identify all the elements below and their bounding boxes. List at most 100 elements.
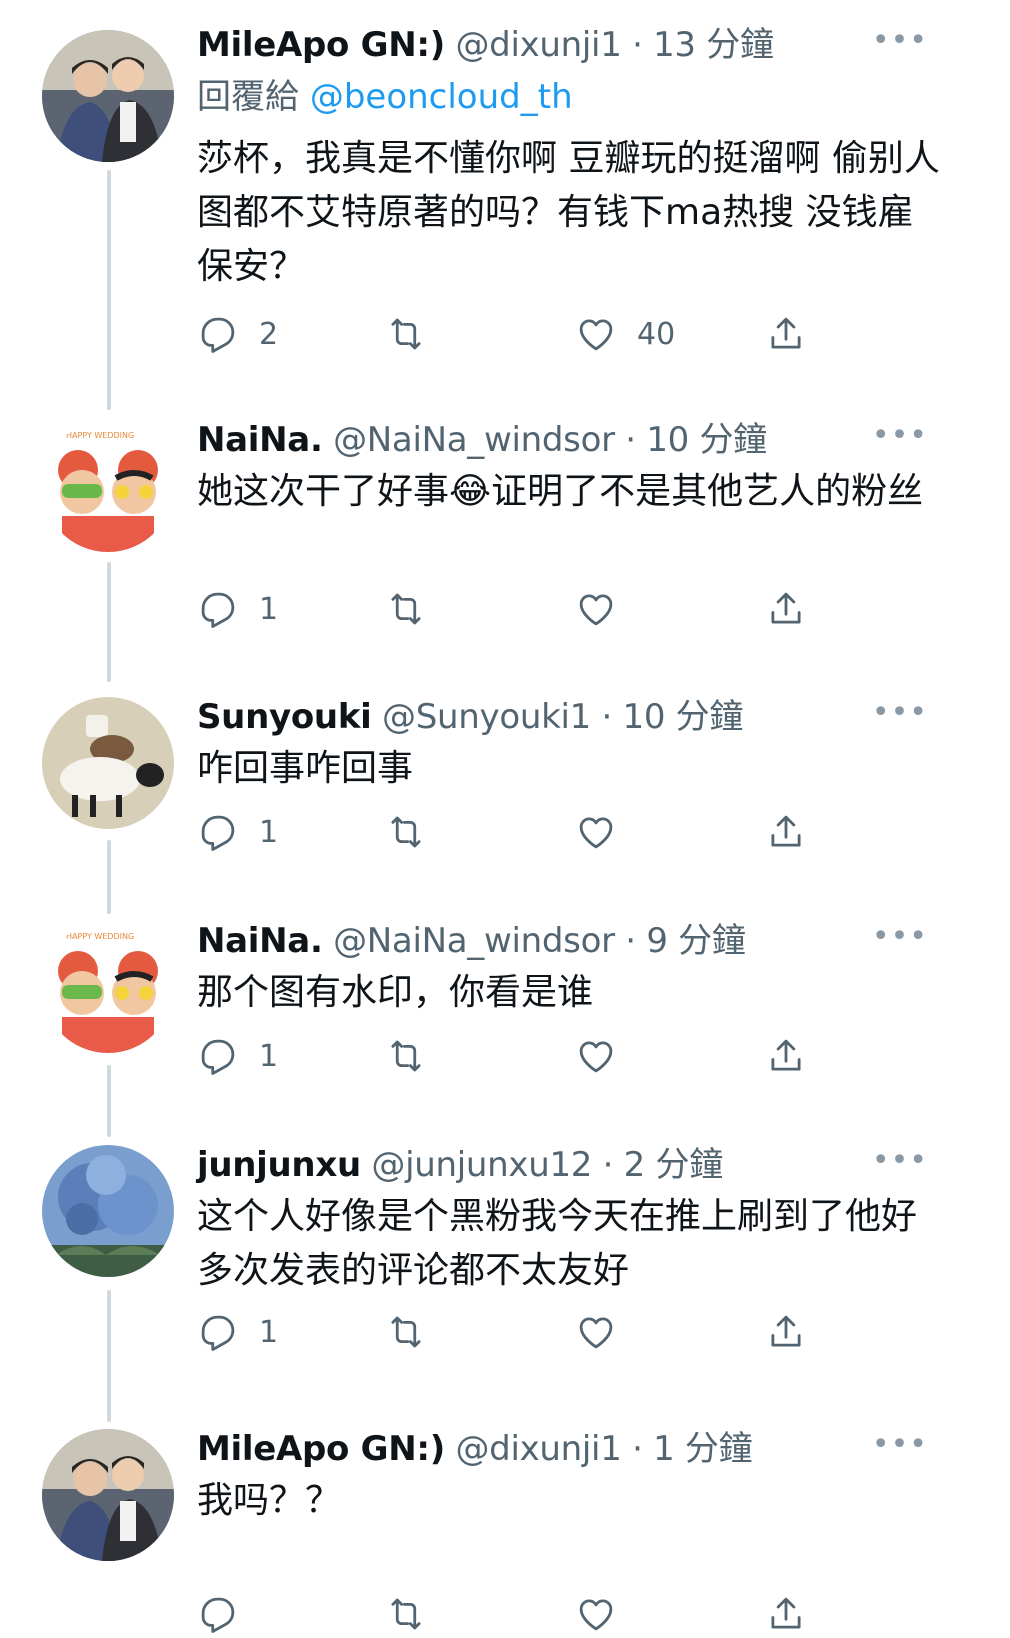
timestamp[interactable]: 10 分鐘 <box>646 420 767 460</box>
user-handle[interactable]: @NaiNa_windsor <box>333 921 615 961</box>
reply-icon <box>201 1597 235 1633</box>
svg-text:HAPPY WEDDING: HAPPY WEDDING <box>66 932 134 941</box>
reply-count: 1 <box>259 591 279 627</box>
separator-dot: · <box>601 697 612 737</box>
retweet-button[interactable] <box>385 1590 427 1638</box>
like-icon <box>579 319 613 351</box>
share-button[interactable] <box>765 1590 807 1638</box>
tweet-header: NaiNa. @NaiNa_windsor · 10 分鐘 <box>197 415 930 465</box>
svg-text:HAPPY WEDDING: HAPPY WEDDING <box>66 431 134 440</box>
tweet-header: MileApo GN:) @dixunji1 · 1 分鐘 <box>197 1424 930 1474</box>
reply-to-mention[interactable]: @beoncloud_th <box>310 77 573 117</box>
user-handle[interactable]: @dixunji1 <box>455 1429 621 1469</box>
like-button[interactable] <box>575 808 617 856</box>
reply-button[interactable]: 1 <box>197 1308 278 1356</box>
more-icon[interactable]: ••• <box>872 1430 928 1460</box>
like-icon <box>579 1599 613 1631</box>
tweet-header: NaiNa. @NaiNa_windsor · 9 分鐘 <box>197 916 930 966</box>
tweet[interactable]: MileApo GN:) @dixunji1 · 13 分鐘 ••• 回覆給 @… <box>0 20 1010 410</box>
reply-icon <box>201 592 235 628</box>
share-button[interactable] <box>765 1308 807 1356</box>
tweet[interactable]: junjunxu @junjunxu12 · 2 分鐘 ••• 这个人好像是个黑… <box>0 1140 1010 1422</box>
share-icon <box>771 317 801 349</box>
retweet-button[interactable] <box>385 808 427 856</box>
share-icon <box>771 1039 801 1071</box>
retweet-icon <box>391 1040 421 1072</box>
tweet[interactable]: MileApo GN:) @dixunji1 · 1 分鐘 ••• 我吗？？ <box>0 1424 1010 1633</box>
timestamp[interactable]: 1 分鐘 <box>653 1429 753 1469</box>
reply-count: 1 <box>259 814 279 850</box>
user-handle[interactable]: @Sunyouki1 <box>382 697 591 737</box>
tweet[interactable]: HAPPY WEDDING NaiNa. @NaiNa_windsor · 10… <box>0 415 1010 695</box>
reply-icon <box>201 1039 235 1075</box>
more-icon[interactable]: ••• <box>872 1146 928 1176</box>
reply-icon <box>201 317 235 353</box>
tweet[interactable]: HAPPY WEDDING NaiNa. @NaiNa_windsor · 9 … <box>0 916 1010 1138</box>
share-button[interactable] <box>765 310 807 358</box>
user-handle[interactable]: @junjunxu12 <box>371 1145 592 1185</box>
separator-dot: · <box>625 420 636 460</box>
retweet-button[interactable] <box>385 1308 427 1356</box>
like-button[interactable] <box>575 585 617 633</box>
tweet-text: 我吗？？ <box>197 1480 342 1521</box>
share-button[interactable] <box>765 808 807 856</box>
tweet-text: 她这次干了好事😂证明了不是其他艺人的粉丝 <box>197 471 924 512</box>
display-name[interactable]: junjunxu <box>197 1145 361 1185</box>
like-icon <box>579 1041 613 1073</box>
avatar[interactable] <box>42 1145 174 1277</box>
like-button[interactable] <box>575 1590 617 1638</box>
reply-button[interactable]: 2 <box>197 310 278 358</box>
avatar[interactable] <box>42 30 174 162</box>
like-icon <box>579 594 613 626</box>
tweet[interactable]: Sunyouki @Sunyouki1 · 10 分鐘 ••• 咋回事咋回事 1 <box>0 692 1010 914</box>
user-handle[interactable]: @dixunji1 <box>455 25 621 65</box>
user-handle[interactable]: @NaiNa_windsor <box>333 420 615 460</box>
separator-dot: · <box>625 921 636 961</box>
reply-button[interactable]: 1 <box>197 585 278 633</box>
more-icon[interactable]: ••• <box>872 922 928 952</box>
like-icon <box>579 817 613 849</box>
tweet-actions: 1 <box>197 808 837 856</box>
reply-button[interactable] <box>197 1590 239 1638</box>
timestamp[interactable]: 9 分鐘 <box>646 921 746 961</box>
timestamp[interactable]: 2 分鐘 <box>624 1145 724 1185</box>
retweet-button[interactable] <box>385 310 447 358</box>
share-icon <box>771 1315 801 1347</box>
tweet-actions <box>197 1590 837 1638</box>
share-icon <box>771 815 801 847</box>
timestamp[interactable]: 10 分鐘 <box>622 697 743 737</box>
tweet-actions: 1 <box>197 1032 837 1080</box>
avatar[interactable]: HAPPY WEDDING <box>42 420 174 552</box>
reply-count: 1 <box>259 1314 279 1350</box>
like-button[interactable] <box>575 1032 617 1080</box>
share-button[interactable] <box>765 1032 807 1080</box>
like-button[interactable] <box>575 1308 617 1356</box>
reply-button[interactable]: 1 <box>197 808 278 856</box>
display-name[interactable]: MileApo GN:) <box>197 25 445 65</box>
display-name[interactable]: NaiNa. <box>197 420 323 460</box>
tweet-header: junjunxu @junjunxu12 · 2 分鐘 <box>197 1140 930 1190</box>
retweet-button[interactable] <box>385 1032 427 1080</box>
retweet-button[interactable] <box>385 585 427 633</box>
share-button[interactable] <box>765 585 807 633</box>
like-button[interactable]: 40 <box>575 310 675 358</box>
avatar[interactable] <box>42 1429 174 1561</box>
more-icon[interactable]: ••• <box>872 421 928 451</box>
tweet-text: 这个人好像是个黑粉我今天在推上刷到了他好多次发表的评论都不太友好 <box>197 1196 918 1291</box>
separator-dot: · <box>632 25 643 65</box>
timestamp[interactable]: 13 分鐘 <box>653 25 774 65</box>
display-name[interactable]: MileApo GN:) <box>197 1429 445 1469</box>
like-count: 40 <box>637 316 676 352</box>
reply-button[interactable]: 1 <box>197 1032 278 1080</box>
display-name[interactable]: NaiNa. <box>197 921 323 961</box>
reply-icon <box>201 815 235 851</box>
more-icon[interactable]: ••• <box>872 698 928 728</box>
reply-count: 2 <box>259 316 279 352</box>
more-icon[interactable]: ••• <box>872 26 928 56</box>
avatar[interactable] <box>42 697 174 829</box>
retweet-icon <box>391 318 421 350</box>
avatar[interactable]: HAPPY WEDDING <box>42 921 174 1053</box>
retweet-icon <box>391 816 421 848</box>
separator-dot: · <box>632 1429 643 1469</box>
display-name[interactable]: Sunyouki <box>197 697 372 737</box>
